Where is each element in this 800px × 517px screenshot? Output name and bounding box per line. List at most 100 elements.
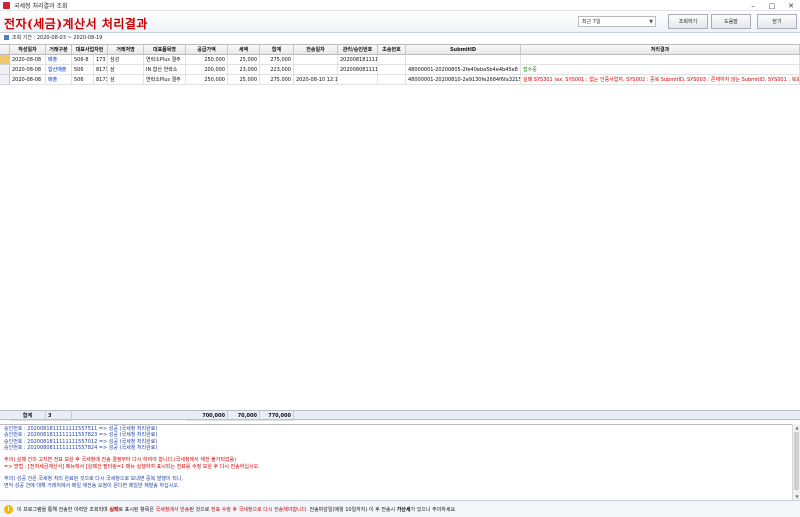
cell-result [521, 55, 800, 65]
scroll-thumb[interactable] [794, 432, 799, 490]
table-row[interactable]: 2020-08-08 매출 506 8173 삼 연락소Plus 결주 250,… [0, 75, 800, 85]
col-header[interactable]: SubmitID [406, 45, 521, 55]
col-header[interactable]: 관리/승인번호 [338, 45, 378, 55]
cell-total: 275,000 [260, 55, 294, 65]
header-bar: 전자(세금)계산서 처리결과 최근 7일 ▼ 조회하기 도움말 닫기 [0, 11, 800, 33]
cell-submit: 48000001-20200810-2e9130fe2684f6fa3215 [406, 75, 521, 85]
cell-date: 2020-08-08 [10, 65, 46, 75]
cell-type: 매출 [46, 75, 72, 85]
log-panel[interactable]: 승인번호 : 2020081811111111557511 => 성공 (국세청… [0, 424, 792, 500]
scroll-up-icon[interactable]: ▲ [793, 424, 800, 431]
log-line: 면익 성공 건에 대해 거래처에서 메일 재전송 요청이 온다면 메일만 재발송… [4, 482, 180, 489]
period-select-value: 최근 7일 [582, 19, 601, 25]
cell-partner: 삼성 [108, 55, 144, 65]
cell-result: 실패 SYS301 (ex. SYS001 : 없는 인증사업자, SYS002… [521, 75, 800, 85]
cell-sent [294, 65, 338, 75]
cell-supply: 250,000 [186, 75, 228, 85]
cell-bizno: 173 [94, 55, 108, 65]
footer-text: 된 것으로 [189, 506, 211, 513]
window-titlebar: 국세청 처리결과 조회 – □ ✕ [0, 0, 800, 11]
summary-tax: 70,000 [228, 411, 260, 421]
cell-resend [378, 55, 406, 65]
cell-supply: 250,000 [186, 55, 228, 65]
chevron-down-icon: ▼ [649, 19, 653, 25]
app-icon [3, 1, 10, 9]
query-period: 조회 기간 : 2020-08-03 ~ 2020-08-19 [0, 34, 800, 43]
cell-total: 223,000 [260, 65, 294, 75]
footer-text: 전송마감일(매월 10일까지) 이 후 전송시 [307, 506, 397, 513]
summary-supply: 700,000 [186, 411, 228, 421]
cell-submit [406, 55, 521, 65]
minimize-icon[interactable]: – [745, 0, 761, 11]
summary-total: 770,000 [260, 411, 294, 421]
cell-sent: 2020-08-10 12:13: [294, 75, 338, 85]
cell-date: 2020-08-08 [10, 55, 46, 65]
cell-type: 합산매출 [46, 65, 72, 75]
cell-sent [294, 55, 338, 65]
cell-approval [338, 75, 378, 85]
col-header[interactable]: 전송일자 [294, 45, 338, 55]
summary-row: 합계 3 700,000 70,000 770,000 [0, 410, 800, 421]
log-scrollbar[interactable]: ▲ ▼ [792, 424, 800, 500]
maximize-icon[interactable]: □ [764, 0, 780, 11]
summary-label: 합계 [10, 411, 46, 421]
col-header[interactable]: 합계 [260, 45, 294, 55]
cell-biz: 506 [72, 65, 94, 75]
cell-date: 2020-08-08 [10, 75, 46, 85]
row-selector[interactable] [0, 75, 10, 85]
cell-bizno: 8173 [94, 75, 108, 85]
col-header[interactable]: 거래처명 [108, 45, 144, 55]
cell-partner: 삼 [108, 75, 144, 85]
warning-icon: ! [4, 504, 13, 514]
footer-fail: 실패 [109, 506, 119, 513]
cell-tax: 23,000 [228, 65, 260, 75]
cell-partner: 삼 [108, 65, 144, 75]
window-title: 국세청 처리결과 조회 [14, 2, 68, 10]
result-grid[interactable]: 작성일자 거래구분 대표사업자번 거래처명 대표품목명 공급가액 세액 합계 전… [0, 44, 800, 410]
col-header[interactable]: 초송번호 [378, 45, 406, 55]
close-button[interactable]: 닫기 [757, 14, 797, 29]
scroll-down-icon[interactable]: ▼ [793, 493, 800, 500]
cell-biz: 506 [72, 75, 94, 85]
cell-biz: 506-8 [72, 55, 94, 65]
footer-notice: ! 이 프로그램을 통해 전송한 이력만 조회되며 실패로 표시된 항목은 국세… [0, 500, 800, 517]
summary-count: 3 [46, 411, 72, 421]
period-select[interactable]: 최근 7일 ▼ [578, 16, 656, 27]
col-header[interactable]: 대표사업자번 [72, 45, 108, 55]
grid-corner [0, 45, 10, 55]
help-button[interactable]: 도움말 [711, 14, 751, 29]
cell-item: 연락소Plus 결주 [144, 75, 186, 85]
cell-resend [378, 65, 406, 75]
col-header[interactable]: 처리결과 [521, 45, 800, 55]
footer-red: 국세청에서 반송 [155, 506, 190, 513]
col-header[interactable]: 세액 [228, 45, 260, 55]
cell-approval: 2020080811111111 [338, 65, 378, 75]
table-row[interactable]: 2020-08-08 합산매출 506 8173 삼 IN 합산 연락소 200… [0, 65, 800, 75]
footer-text: 로 표시된 항목은 [118, 506, 156, 513]
cell-tax: 25,000 [228, 55, 260, 65]
footer-text: 가 있으니 주의하세요. [410, 506, 457, 513]
close-icon[interactable]: ✕ [783, 0, 799, 11]
cell-approval: 2020081811111111 [338, 55, 378, 65]
row-selector[interactable] [0, 65, 10, 75]
col-header[interactable]: 공급가액 [186, 45, 228, 55]
cell-tax: 25,000 [228, 75, 260, 85]
search-button[interactable]: 조회하기 [668, 14, 708, 29]
cell-submit: 48000001-20200805-2fe40eba5b4e4b45e8 [406, 65, 521, 75]
cell-item: IN 합산 연락소 [144, 65, 186, 75]
footer-text: 이 프로그램을 통해 전송한 이력만 조회되며 [17, 506, 110, 513]
col-header[interactable]: 거래구분 [46, 45, 72, 55]
cell-supply: 200,000 [186, 65, 228, 75]
grid-header-row: 작성일자 거래구분 대표사업자번 거래처명 대표품목명 공급가액 세액 합계 전… [0, 45, 800, 55]
footer-tax: 가산세 [396, 506, 411, 513]
table-row[interactable]: 2020-08-08 매출 506-8 173 삼성 연락소Plus 결주 25… [0, 55, 800, 65]
cell-item: 연락소Plus 결주 [144, 55, 186, 65]
col-header[interactable]: 대표품목명 [144, 45, 186, 55]
calendar-icon [4, 35, 9, 40]
footer-red: 전표 수정 후 국세청으로 다시 전송해야합니다. [210, 506, 308, 513]
row-selector[interactable] [0, 55, 10, 65]
col-header[interactable]: 작성일자 [10, 45, 46, 55]
cell-bizno: 8173 [94, 65, 108, 75]
footer-message: 이 프로그램을 통해 전송한 이력만 조회되며 실패로 표시된 항목은 국세청에… [17, 506, 457, 513]
cell-result: 접수중 [521, 65, 800, 75]
